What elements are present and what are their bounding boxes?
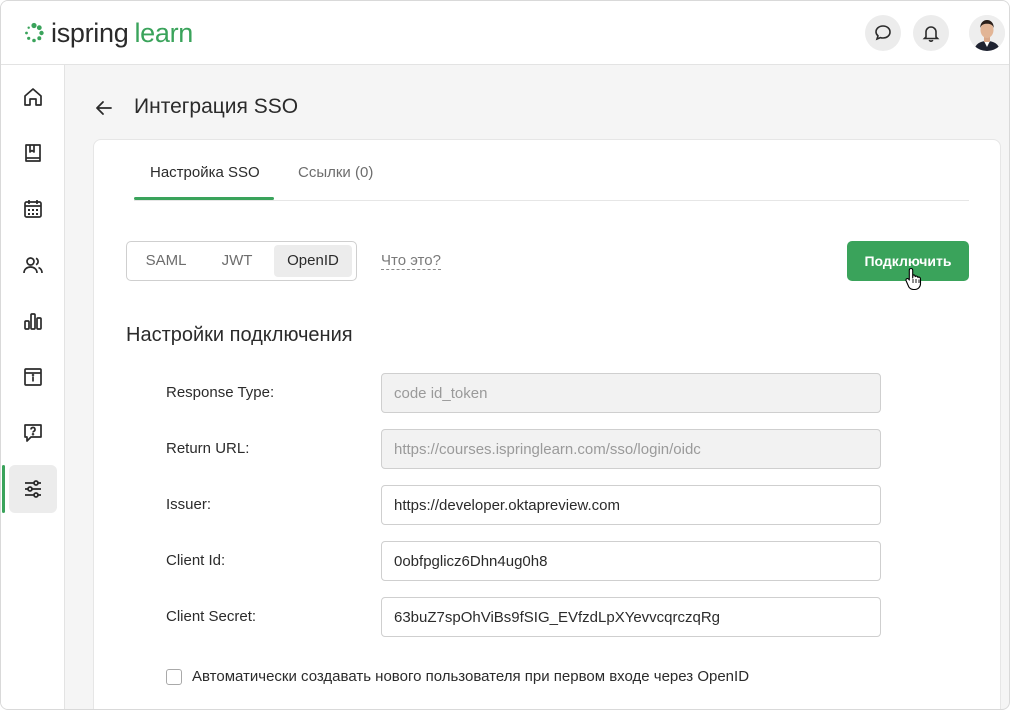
auto-create-user-label[interactable]: Автоматически создавать нового пользоват… bbox=[192, 668, 749, 685]
client-secret-field[interactable] bbox=[381, 597, 881, 637]
book-icon bbox=[25, 144, 41, 162]
notifications-button[interactable] bbox=[913, 15, 949, 51]
connection-settings-title: Настройки подключения bbox=[126, 324, 353, 346]
return-url-field[interactable] bbox=[381, 429, 881, 469]
sidebar-item-info[interactable] bbox=[9, 353, 57, 401]
active-tab-indicator bbox=[134, 197, 274, 200]
client-id-label: Client Id: bbox=[166, 552, 226, 569]
arrow-left-icon bbox=[96, 101, 112, 115]
sidebar-item-calendar[interactable] bbox=[9, 185, 57, 233]
hand-cursor-icon bbox=[905, 267, 922, 291]
help-chat-icon bbox=[24, 424, 42, 442]
return-url-label: Return URL: bbox=[166, 440, 250, 457]
sidebar-item-reports[interactable] bbox=[9, 297, 57, 345]
protocol-switcher: SAML JWT OpenID bbox=[126, 241, 357, 281]
users-icon bbox=[23, 257, 43, 274]
ispring-flower-icon bbox=[25, 22, 44, 43]
back-button[interactable] bbox=[93, 97, 115, 119]
top-header: ispring learn bbox=[1, 1, 1009, 65]
calendar-icon bbox=[24, 200, 42, 218]
sidebar-item-help[interactable] bbox=[9, 409, 57, 457]
bell-icon bbox=[922, 26, 940, 42]
protocol-saml[interactable]: SAML bbox=[134, 242, 198, 280]
response-type-label: Response Type: bbox=[166, 384, 275, 401]
response-type-field[interactable] bbox=[381, 373, 881, 413]
tab-sso-settings[interactable]: Настройка SSO bbox=[150, 164, 260, 181]
avatar-image-icon bbox=[969, 15, 1005, 51]
client-id-field[interactable] bbox=[381, 541, 881, 581]
logo[interactable]: ispring learn bbox=[23, 16, 193, 50]
protocol-jwt[interactable]: JWT bbox=[205, 242, 269, 280]
sidebar bbox=[1, 65, 65, 709]
issuer-label: Issuer: bbox=[166, 496, 212, 513]
chat-icon bbox=[875, 25, 891, 41]
protocol-openid[interactable]: OpenID bbox=[274, 245, 352, 277]
sidebar-item-settings[interactable] bbox=[2, 465, 57, 513]
tab-links[interactable]: Ссылки (0) bbox=[298, 164, 373, 181]
chart-icon bbox=[24, 313, 42, 330]
sidebar-item-users[interactable] bbox=[9, 241, 57, 289]
chat-button[interactable] bbox=[865, 15, 901, 51]
sliders-icon bbox=[25, 480, 41, 498]
auto-create-user-checkbox[interactable] bbox=[166, 669, 182, 685]
page-title: Интеграция SSO bbox=[134, 95, 299, 118]
app-window: ispring learn Интеграция SSO Настройка S… bbox=[0, 0, 1010, 710]
sidebar-item-home[interactable] bbox=[9, 73, 57, 121]
sidebar-item-courses[interactable] bbox=[9, 129, 57, 177]
user-avatar[interactable] bbox=[969, 15, 1005, 51]
logo-text-learn: learn bbox=[134, 17, 193, 48]
home-icon bbox=[24, 88, 42, 106]
tabs: Настройка SSO Ссылки (0) bbox=[134, 140, 969, 201]
settings-card: Настройка SSO Ссылки (0) SAML JWT OpenID… bbox=[93, 139, 1001, 709]
logo-text-ispring: ispring bbox=[51, 17, 129, 48]
issuer-field[interactable] bbox=[381, 485, 881, 525]
client-secret-label: Client Secret: bbox=[166, 608, 257, 625]
what-is-this-link[interactable]: Что это? bbox=[381, 252, 441, 270]
info-box-icon bbox=[24, 368, 42, 386]
